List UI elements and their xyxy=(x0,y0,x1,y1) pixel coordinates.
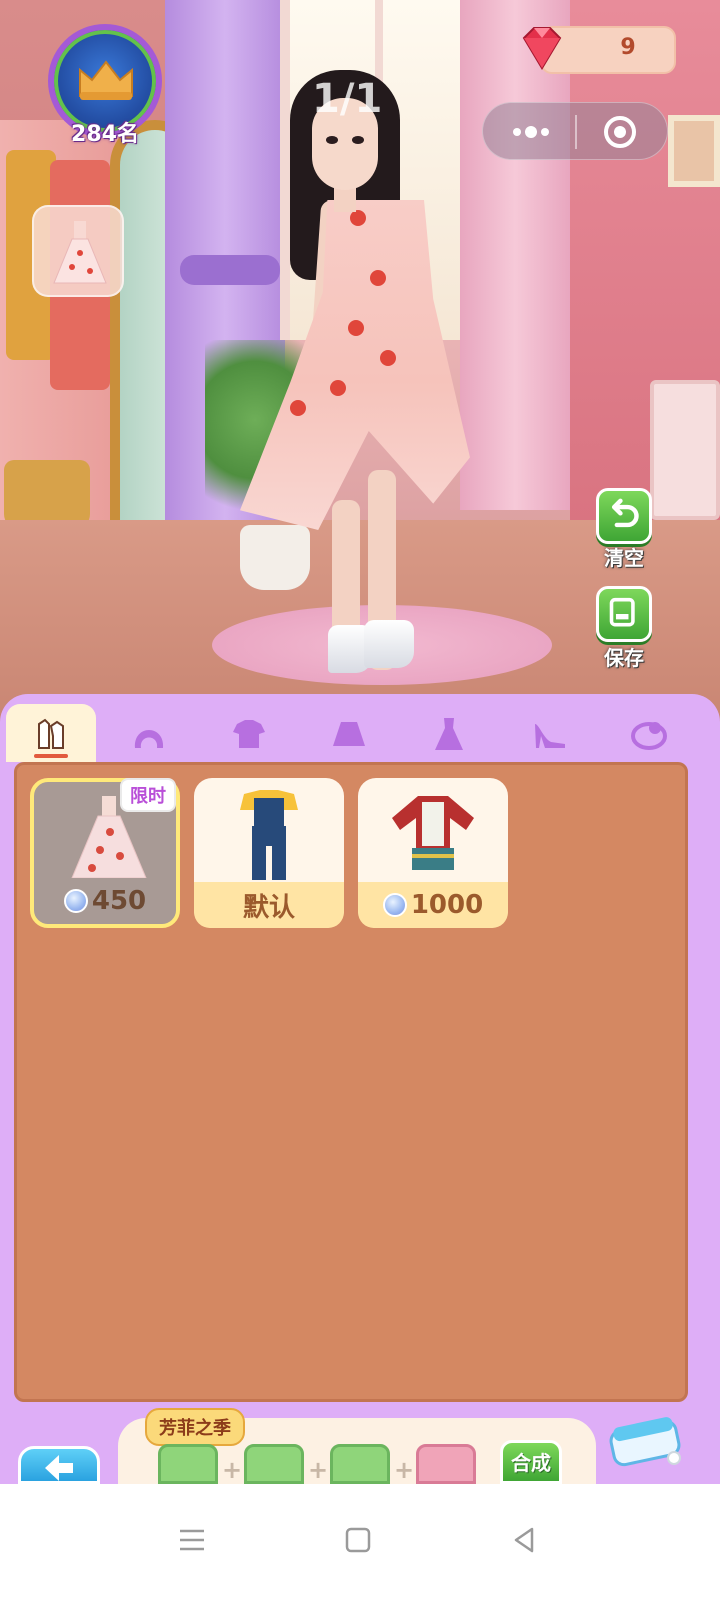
back-triangle-icon[interactable] xyxy=(508,1524,540,1556)
outfit-thumbnail[interactable] xyxy=(32,205,124,297)
dress-flower xyxy=(370,270,386,286)
dress-icon xyxy=(435,718,463,750)
home-square-icon[interactable] xyxy=(342,1524,374,1556)
price-value: 1000 xyxy=(410,890,484,920)
close-target-icon[interactable] xyxy=(603,115,637,149)
ruby-gem-icon xyxy=(522,27,562,70)
material-slot[interactable] xyxy=(158,1444,218,1484)
item-price: 1000 xyxy=(358,882,508,928)
item-card[interactable]: 限时 450 xyxy=(30,778,180,928)
character-shoe xyxy=(364,620,414,668)
dress-thumbnail-icon xyxy=(53,221,107,284)
crown-icon xyxy=(79,60,133,100)
price-value: 默认 xyxy=(242,892,295,923)
rank-label: 284名 xyxy=(71,122,139,147)
clear-button[interactable] xyxy=(596,488,652,544)
tab-shoes[interactable] xyxy=(504,704,594,762)
save-label: 保存 xyxy=(604,646,644,670)
dress-flower xyxy=(330,380,346,396)
clear-label: 清空 xyxy=(604,546,644,570)
denim-overalls-image xyxy=(240,790,298,880)
item-card[interactable]: 默认 xyxy=(194,778,344,928)
save-disk-icon xyxy=(609,597,635,627)
undo-icon xyxy=(611,498,639,528)
capsule-divider xyxy=(575,115,577,149)
system-navigation-bar xyxy=(0,1484,720,1612)
back-button[interactable] xyxy=(18,1446,100,1484)
tab-hair[interactable] xyxy=(104,704,194,762)
accessory-icon xyxy=(631,722,667,750)
shirt-coin-icon xyxy=(63,889,88,913)
item-price: 默认 xyxy=(194,882,344,928)
menu-icon[interactable] xyxy=(176,1524,208,1556)
combine-button[interactable]: 合成 xyxy=(500,1440,562,1484)
side-table xyxy=(650,380,720,520)
item-card[interactable]: 1000 xyxy=(358,778,508,928)
material-slot[interactable] xyxy=(330,1444,390,1484)
tab-outfit[interactable] xyxy=(6,704,96,762)
dress-flower xyxy=(348,320,364,336)
arrow-left-icon xyxy=(45,1455,73,1481)
dress-flower xyxy=(290,400,306,416)
page-indicator: 1/1 xyxy=(312,76,383,122)
plus-sign: + xyxy=(308,1456,329,1484)
season-tag: 芳菲之季 xyxy=(145,1408,245,1446)
dress-flower xyxy=(350,210,366,226)
plus-sign: + xyxy=(222,1456,243,1484)
shirt-icon xyxy=(233,720,265,748)
price-value: 450 xyxy=(91,886,147,916)
tab-dress[interactable] xyxy=(404,704,494,762)
tab-skirt[interactable] xyxy=(304,704,394,762)
gem-count: 9 xyxy=(620,35,636,60)
outfit-icon xyxy=(38,718,64,749)
more-dots-icon[interactable] xyxy=(509,119,553,145)
character-dress xyxy=(240,200,470,530)
tab-accessory[interactable] xyxy=(604,704,694,762)
miniprogram-capsule xyxy=(482,102,668,160)
dress-flower xyxy=(380,350,396,366)
material-slot[interactable] xyxy=(416,1444,476,1484)
tab-top[interactable] xyxy=(204,704,294,762)
category-tabs xyxy=(0,704,720,762)
heel-icon xyxy=(535,724,565,748)
skirt-icon xyxy=(333,722,365,746)
paint-roller-icon[interactable] xyxy=(602,1412,692,1484)
rank-badge[interactable]: 284名 xyxy=(48,24,162,147)
material-slot[interactable] xyxy=(244,1444,304,1484)
ethnic-costume-image xyxy=(392,796,474,870)
hair-icon xyxy=(134,730,164,748)
picture-frame xyxy=(668,115,720,187)
save-button[interactable] xyxy=(596,586,652,642)
shirt-coin-icon xyxy=(382,893,407,917)
item-price: 450 xyxy=(34,878,176,924)
plus-sign: + xyxy=(394,1456,415,1484)
character-model[interactable] xyxy=(230,70,490,680)
limited-time-tag: 限时 xyxy=(120,778,176,812)
